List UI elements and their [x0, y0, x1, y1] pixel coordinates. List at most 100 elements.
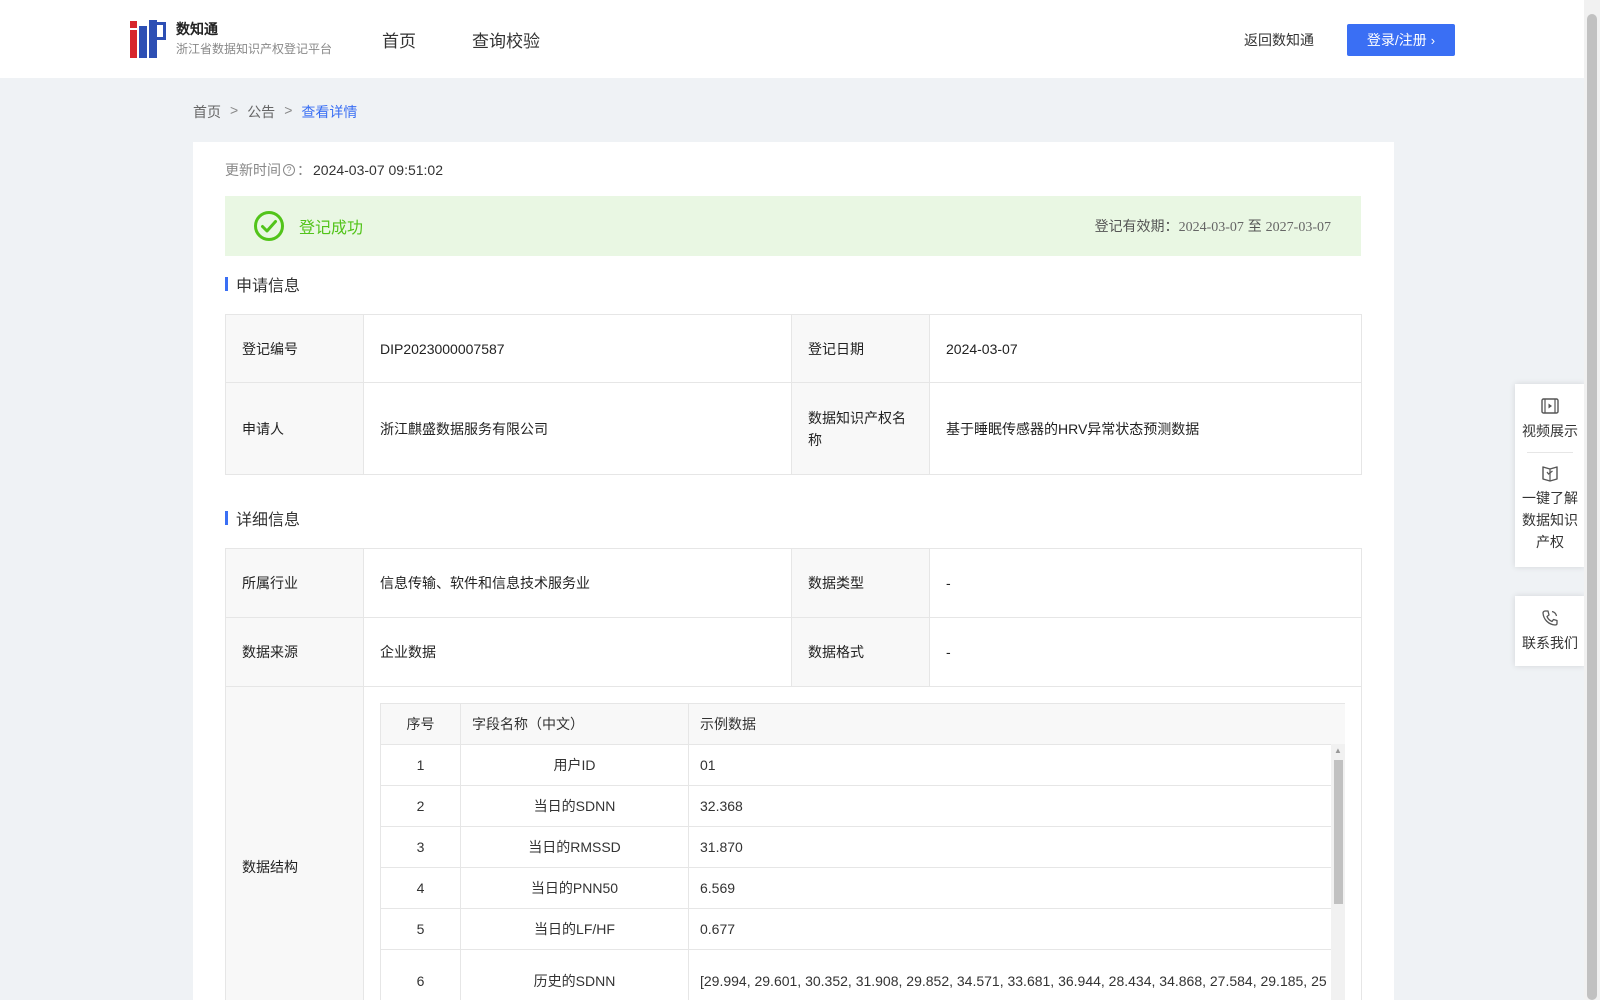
- validity-from: 2024-03-07: [1178, 220, 1244, 235]
- section-detail-info: 详细信息: [225, 506, 300, 530]
- col-header-sample: 示例数据: [688, 703, 1345, 745]
- section-title-text: 详细信息: [236, 512, 301, 529]
- brand-name: 数知通: [176, 21, 218, 37]
- value-reg-number: DIP2023000007587: [363, 314, 792, 383]
- col-header-field-name: 字段名称（中文）: [460, 703, 689, 745]
- nav-home[interactable]: 首页: [382, 27, 416, 52]
- label-applicant: 申请人: [225, 382, 364, 475]
- label-data-type: 数据类型: [791, 548, 930, 618]
- table-scrollbar[interactable]: ▲: [1331, 744, 1345, 1000]
- breadcrumb-separator: >: [230, 102, 239, 118]
- contact-us-label: 联系我们: [1522, 635, 1578, 651]
- table-row: 2 当日的SDNN 32.368: [380, 785, 1345, 827]
- label-ip-name: 数据知识产权名称: [791, 382, 930, 475]
- data-structure-table: 序号 字段名称（中文） 示例数据 1 用户ID 01 2 当日的SDNN 32.…: [380, 703, 1345, 1000]
- table-row: 登记编号 DIP2023000007587 登记日期 2024-03-07: [225, 314, 1362, 383]
- cell-no: 2: [380, 785, 461, 827]
- value-applicant: 浙江麒盛数据服务有限公司: [363, 382, 792, 475]
- breadcrumb: 首页 > 公告 > 查看详情: [193, 102, 357, 122]
- cell-sample: 0.677: [688, 908, 1345, 950]
- cell-field-name: 用户ID: [460, 744, 689, 786]
- value-data-source: 企业数据: [363, 617, 792, 687]
- status-label: 登记成功: [299, 220, 364, 237]
- breadcrumb-home[interactable]: 首页: [193, 102, 221, 122]
- learn-data-ip-label: 一键了解数据知识产权: [1522, 490, 1578, 550]
- divider: [1527, 452, 1573, 453]
- value-data-structure: 序号 字段名称（中文） 示例数据 1 用户ID 01 2 当日的SDNN 32.…: [363, 686, 1362, 1000]
- breadcrumb-separator: >: [284, 102, 293, 118]
- table-row: 5 当日的LF/HF 0.677: [380, 908, 1345, 950]
- table-header-row: 序号 字段名称（中文） 示例数据: [380, 703, 1345, 745]
- cell-field-name: 当日的PNN50: [460, 867, 689, 909]
- scrollbar-thumb[interactable]: [1334, 760, 1343, 904]
- table-row: 6 历史的SDNN [29.994, 29.601, 30.352, 31.90…: [380, 949, 1345, 1000]
- contact-us-button[interactable]: 联系我们: [1515, 608, 1585, 654]
- value-reg-date: 2024-03-07: [929, 314, 1362, 383]
- check-circle-icon: [254, 211, 284, 241]
- label-data-source: 数据来源: [225, 617, 364, 687]
- page-scrollbar-thumb[interactable]: [1587, 14, 1597, 1000]
- cell-field-name: 历史的SDNN: [460, 949, 689, 1000]
- table-row: 数据来源 企业数据 数据格式 -: [225, 617, 1362, 687]
- data-structure-scroll-area[interactable]: 序号 字段名称（中文） 示例数据 1 用户ID 01 2 当日的SDNN 32.…: [380, 703, 1345, 1000]
- floating-help-panel: 视频展示 一键了解数据知识产权: [1515, 384, 1585, 567]
- label-data-structure: 数据结构: [225, 686, 364, 1000]
- floating-contact-panel: 联系我们: [1515, 596, 1585, 666]
- label-reg-number: 登记编号: [225, 314, 364, 383]
- value-data-format: -: [929, 617, 1362, 687]
- scroll-up-icon[interactable]: ▲: [1331, 744, 1345, 758]
- book-icon: [1542, 466, 1558, 482]
- phone-icon: [1542, 610, 1558, 626]
- label-reg-date: 登记日期: [791, 314, 930, 383]
- video-icon: [1541, 398, 1559, 414]
- back-to-shuzhitong-link[interactable]: 返回数知通: [1244, 30, 1314, 50]
- cell-field-name: 当日的RMSSD: [460, 826, 689, 868]
- value-data-type: -: [929, 548, 1362, 618]
- validity-label: 登记有效期：: [1094, 218, 1179, 234]
- update-time-row: 更新时间 ? ： 2024-03-07 09:51:02: [225, 162, 443, 178]
- question-circle-icon[interactable]: ?: [283, 164, 295, 176]
- value-ip-name: 基于睡眠传感器的HRV异常状态预测数据: [929, 382, 1362, 475]
- video-showcase-button[interactable]: 视频展示: [1515, 396, 1585, 442]
- video-showcase-label: 视频展示: [1522, 423, 1578, 439]
- learn-data-ip-button[interactable]: 一键了解数据知识产权: [1515, 463, 1585, 553]
- cell-no: 6: [380, 949, 461, 1000]
- login-register-button[interactable]: 登录/注册 ›: [1347, 24, 1455, 56]
- cell-sample: 31.870: [688, 826, 1345, 868]
- table-row: 1 用户ID 01: [380, 744, 1345, 786]
- cell-sample: 32.368: [688, 785, 1345, 827]
- nav-query-verify[interactable]: 查询校验: [472, 27, 540, 52]
- validity-period: 登记有效期：2024-03-07 至 2027-03-07: [1095, 216, 1331, 236]
- breadcrumb-current: 查看详情: [301, 104, 358, 120]
- cell-sample: 01: [688, 744, 1345, 786]
- brand-logo[interactable]: 数知通 浙江省数据知识产权登记平台: [130, 20, 332, 58]
- cell-sample: [29.994, 29.601, 30.352, 31.908, 29.852,…: [688, 949, 1345, 1000]
- validity-to: 2027-03-07: [1265, 220, 1331, 235]
- breadcrumb-announcement[interactable]: 公告: [247, 102, 275, 122]
- logo-icon: [130, 20, 166, 58]
- page-scrollbar[interactable]: [1584, 0, 1600, 1000]
- table-row: 3 当日的RMSSD 31.870: [380, 826, 1345, 868]
- section-application-info: 申请信息: [225, 272, 300, 296]
- update-time-value: 2024-03-07 09:51:02: [313, 162, 443, 178]
- table-row: 申请人 浙江麒盛数据服务有限公司 数据知识产权名称 基于睡眠传感器的HRV异常状…: [225, 382, 1362, 475]
- table-row: 4 当日的PNN50 6.569: [380, 867, 1345, 909]
- detail-card: 更新时间 ? ： 2024-03-07 09:51:02 登记成功 登记有效期：…: [193, 142, 1394, 1000]
- application-info-table: 登记编号 DIP2023000007587 登记日期 2024-03-07 申请…: [225, 314, 1362, 475]
- update-time-label: 更新时间: [225, 162, 281, 178]
- cell-no: 5: [380, 908, 461, 950]
- cell-no: 4: [380, 867, 461, 909]
- cell-no: 3: [380, 826, 461, 868]
- col-header-no: 序号: [380, 703, 461, 745]
- label-industry: 所属行业: [225, 548, 364, 618]
- section-marker: [225, 511, 228, 525]
- label-data-format: 数据格式: [791, 617, 930, 687]
- section-marker: [225, 277, 228, 291]
- brand-subtitle: 浙江省数据知识产权登记平台: [176, 42, 333, 56]
- main-nav: 首页 查询校验: [382, 0, 596, 78]
- cell-no: 1: [380, 744, 461, 786]
- value-industry: 信息传输、软件和信息技术服务业: [363, 548, 792, 618]
- validity-separator: 至: [1247, 218, 1262, 234]
- cell-field-name: 当日的SDNN: [460, 785, 689, 827]
- top-header: 数知通 浙江省数据知识产权登记平台 首页 查询校验 返回数知通 登录/注册 ›: [0, 0, 1584, 78]
